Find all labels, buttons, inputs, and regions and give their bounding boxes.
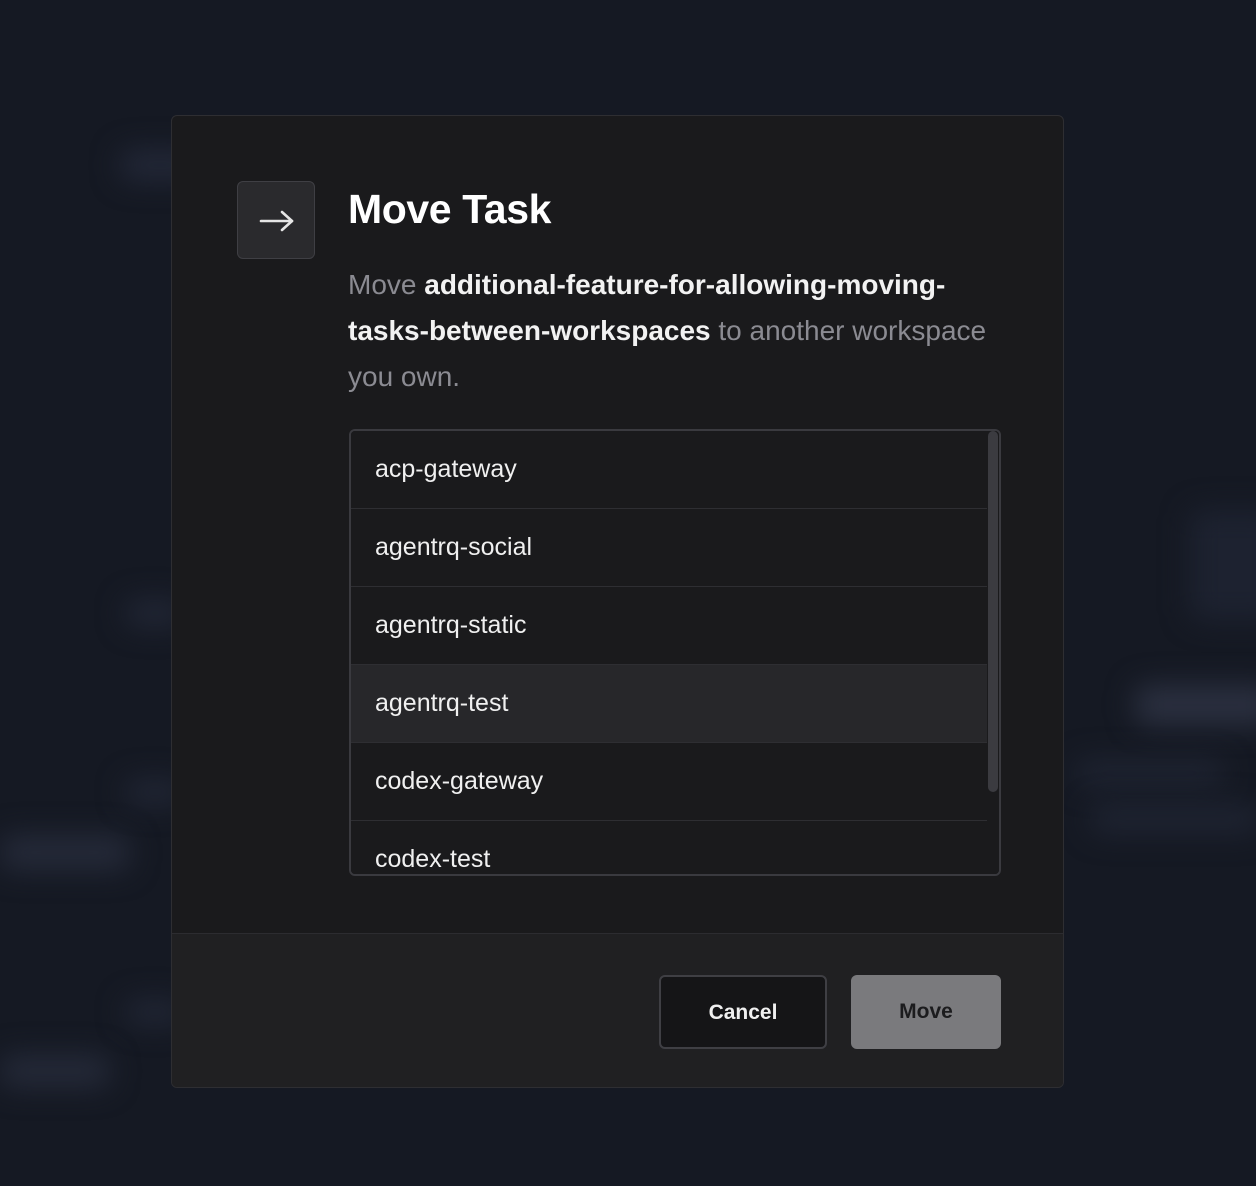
blurred-shape — [0, 835, 130, 870]
move-button[interactable]: Move — [851, 975, 1001, 1049]
workspace-item-agentrq-test[interactable]: agentrq-test — [351, 665, 987, 743]
blurred-shape — [1135, 685, 1256, 725]
description-prefix: Move — [348, 269, 425, 300]
dialog-footer: Cancel Move — [172, 933, 1063, 1087]
scrollbar-track[interactable] — [987, 431, 999, 874]
arrow-right-icon — [259, 210, 294, 232]
workspace-item-agentrq-social[interactable]: agentrq-social — [351, 509, 987, 587]
workspace-list-items: acp-gateway agentrq-social agentrq-static a… — [351, 431, 987, 874]
blurred-shape — [1190, 510, 1256, 620]
dialog-title: Move Task — [348, 186, 552, 232]
workspace-item-acp-gateway[interactable]: acp-gateway — [351, 431, 987, 509]
workspace-list[interactable]: acp-gateway agentrq-social agentrq-static a… — [349, 429, 1001, 876]
move-task-dialog: Move Task Move additional-feature-for-al… — [171, 115, 1064, 1088]
cancel-button[interactable]: Cancel — [659, 975, 827, 1049]
workspace-item-agentrq-static[interactable]: agentrq-static — [351, 587, 987, 665]
dialog-icon-box — [237, 181, 315, 259]
blurred-shape — [1090, 805, 1256, 833]
scrollbar-thumb[interactable] — [988, 431, 998, 792]
blurred-shape — [1075, 760, 1225, 786]
workspace-item-codex-test[interactable]: codex-test — [351, 821, 987, 874]
dialog-description: Move additional-feature-for-allowing-mov… — [348, 262, 988, 400]
blurred-shape — [0, 1055, 110, 1087]
workspace-item-codex-gateway[interactable]: codex-gateway — [351, 743, 987, 821]
